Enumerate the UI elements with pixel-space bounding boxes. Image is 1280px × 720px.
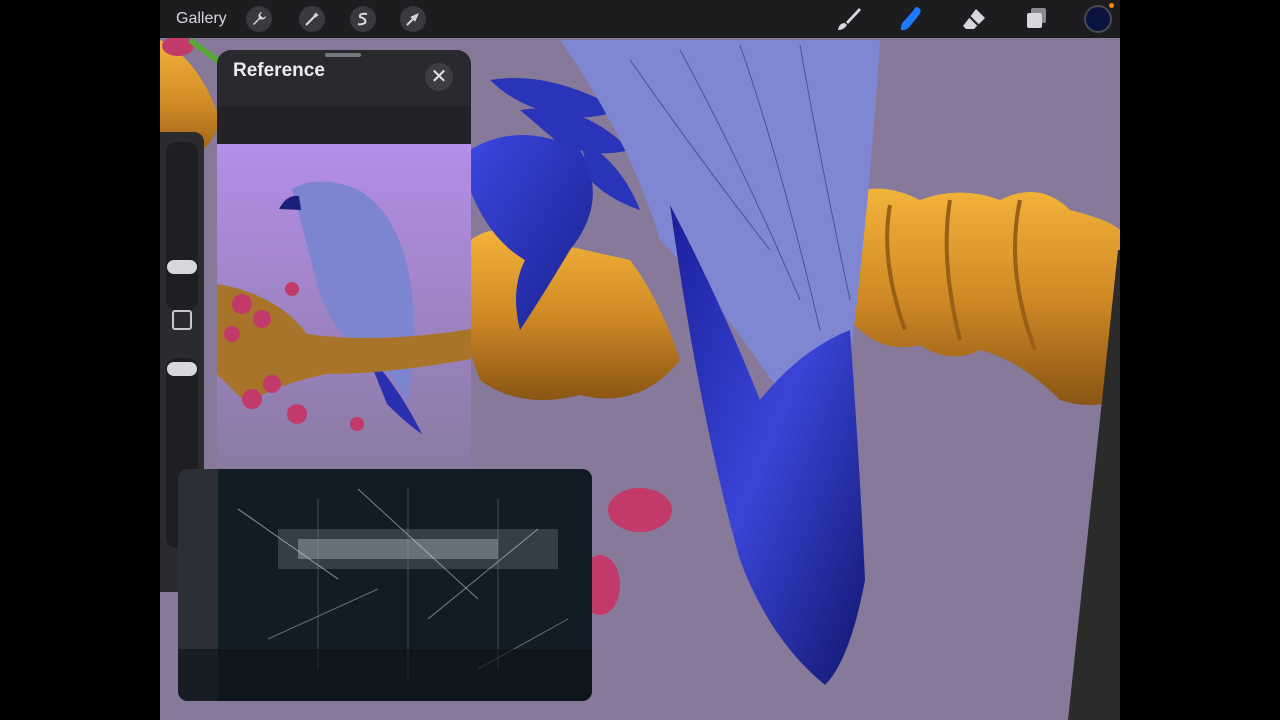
gallery-button[interactable]: Gallery <box>176 10 227 28</box>
magic-wand-icon <box>305 12 319 26</box>
wrench-icon <box>253 12 266 25</box>
brush-size-slider[interactable] <box>166 142 198 310</box>
transform-button[interactable] <box>400 6 426 32</box>
color-picker-button[interactable] <box>1084 5 1112 33</box>
video-pip-window[interactable] <box>178 469 592 701</box>
color-indicator-dot <box>1109 3 1114 8</box>
canvas-edge-shadow <box>1068 250 1120 720</box>
reference-title: Reference <box>233 60 325 81</box>
reference-image[interactable] <box>217 144 471 468</box>
brush-size-thumb[interactable] <box>167 260 197 274</box>
adjustments-button[interactable] <box>299 6 325 32</box>
procreate-app: Gallery Reference ✕ <box>160 0 1120 720</box>
brush-icon[interactable] <box>835 5 863 33</box>
close-icon: ✕ <box>430 66 448 88</box>
selection-s-icon <box>357 12 368 26</box>
modify-button[interactable] <box>172 310 192 330</box>
opacity-thumb[interactable] <box>167 362 197 376</box>
top-toolbar: Gallery <box>160 0 1120 38</box>
close-button[interactable]: ✕ <box>425 63 453 91</box>
panel-grabber[interactable] <box>325 53 361 57</box>
smudge-finger-icon[interactable] <box>897 5 925 33</box>
layers-icon[interactable] <box>1022 5 1050 33</box>
eraser-icon[interactable] <box>960 5 988 33</box>
actions-button[interactable] <box>246 6 272 32</box>
reference-panel: Reference ✕ <box>217 50 471 468</box>
arrow-cursor-icon <box>406 13 419 26</box>
selection-button[interactable] <box>350 6 376 32</box>
reference-toolbar-area <box>217 106 471 144</box>
